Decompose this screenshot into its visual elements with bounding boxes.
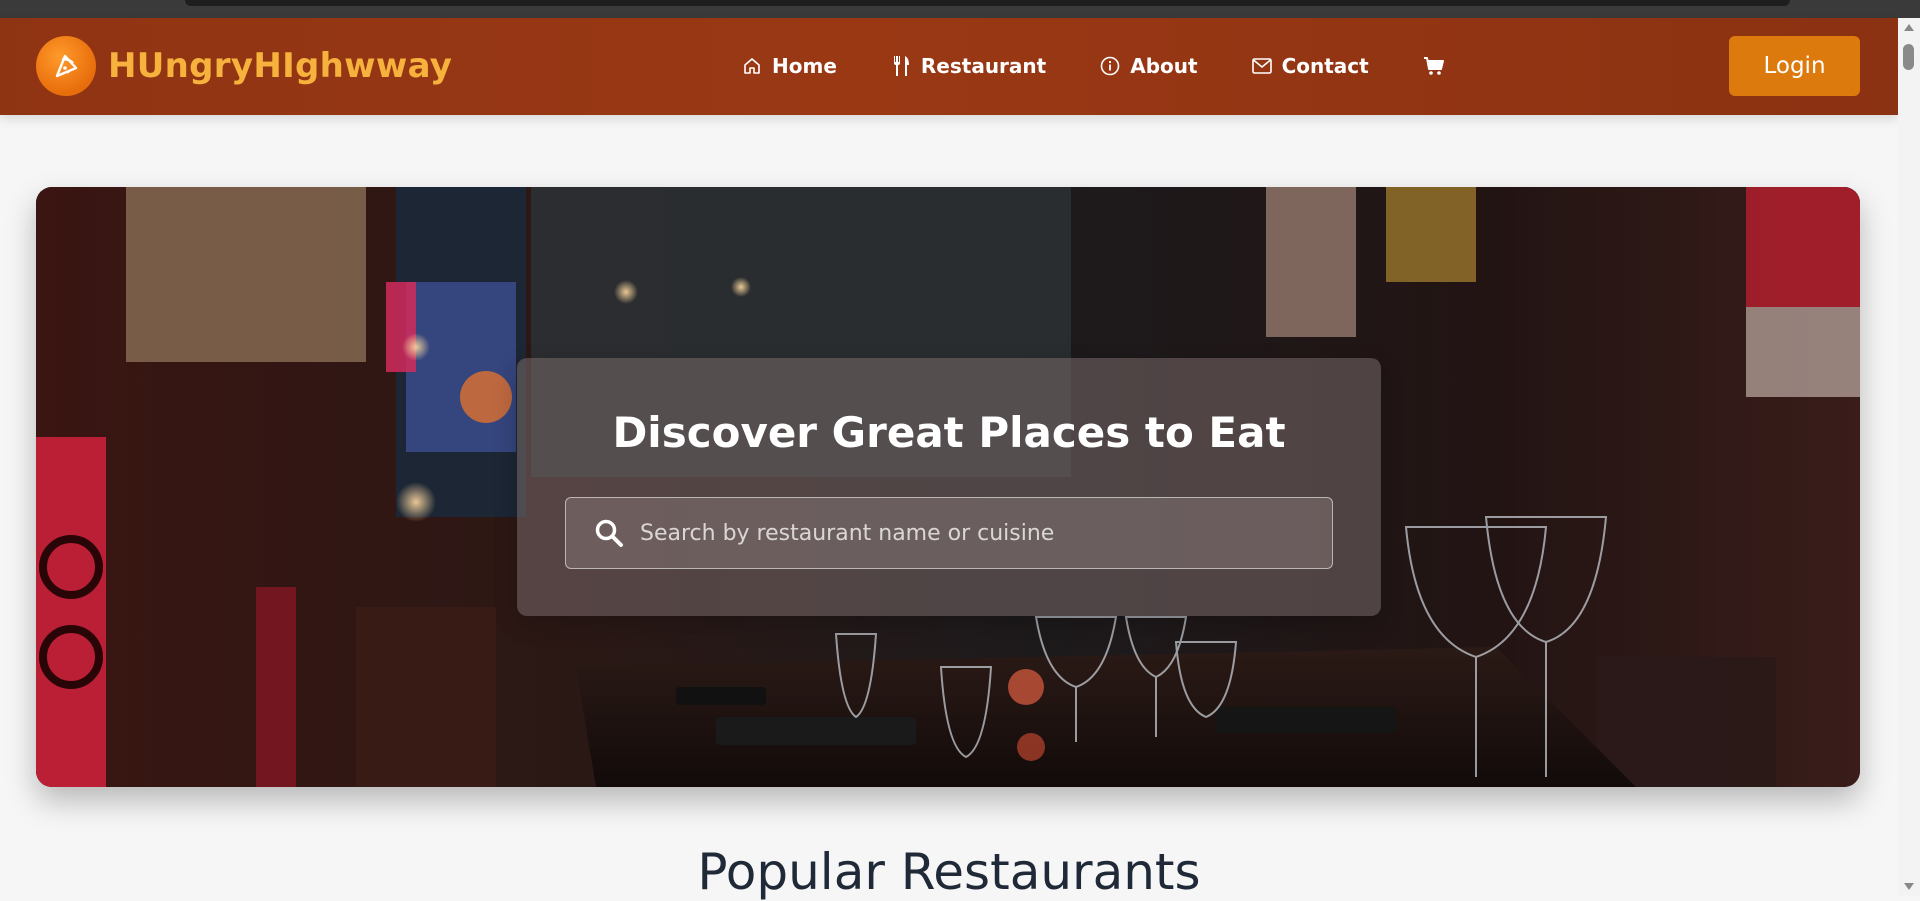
- nav-home[interactable]: Home: [742, 54, 837, 78]
- nav-contact[interactable]: Contact: [1251, 54, 1369, 78]
- cart-icon: [1423, 57, 1444, 75]
- mail-icon: [1251, 58, 1272, 74]
- hero-title: Discover Great Places to Eat: [612, 408, 1286, 457]
- home-icon: [744, 58, 760, 74]
- brand-name: HUngryHIghwway: [108, 46, 453, 86]
- nav-about-label: About: [1130, 54, 1198, 78]
- utensils-icon: [893, 56, 909, 76]
- nav-home-label: Home: [772, 54, 837, 78]
- cart-button[interactable]: [1423, 56, 1445, 76]
- search-box[interactable]: [565, 497, 1333, 569]
- scroll-up-arrow-icon[interactable]: [1904, 24, 1914, 31]
- navbar: HUngryHIghwway Home Restaurant About Con…: [0, 18, 1898, 115]
- info-icon: [1100, 56, 1120, 76]
- hero-banner: Discover Great Places to Eat: [36, 187, 1860, 787]
- main-nav: Home Restaurant About Contact: [742, 48, 1445, 84]
- nav-restaurant-label: Restaurant: [920, 54, 1047, 78]
- scroll-down-arrow-icon[interactable]: [1904, 883, 1914, 890]
- page-scrollbar[interactable]: [1898, 18, 1920, 896]
- search-input[interactable]: [638, 519, 1292, 547]
- popular-restaurants-title: Popular Restaurants: [697, 843, 1201, 901]
- search-panel: Discover Great Places to Eat: [517, 358, 1381, 616]
- scroll-thumb[interactable]: [1903, 44, 1914, 70]
- browser-top-strip: [0, 0, 1920, 18]
- login-button[interactable]: Login: [1729, 36, 1860, 96]
- search-icon: [595, 519, 623, 547]
- nav-contact-label: Contact: [1281, 54, 1369, 78]
- logo[interactable]: HUngryHIghwway: [36, 36, 452, 96]
- nav-restaurant[interactable]: Restaurant: [891, 54, 1046, 78]
- nav-about[interactable]: About: [1100, 54, 1198, 78]
- pizza-logo-icon: [36, 36, 96, 96]
- browser-top-bar: [185, 0, 1790, 6]
